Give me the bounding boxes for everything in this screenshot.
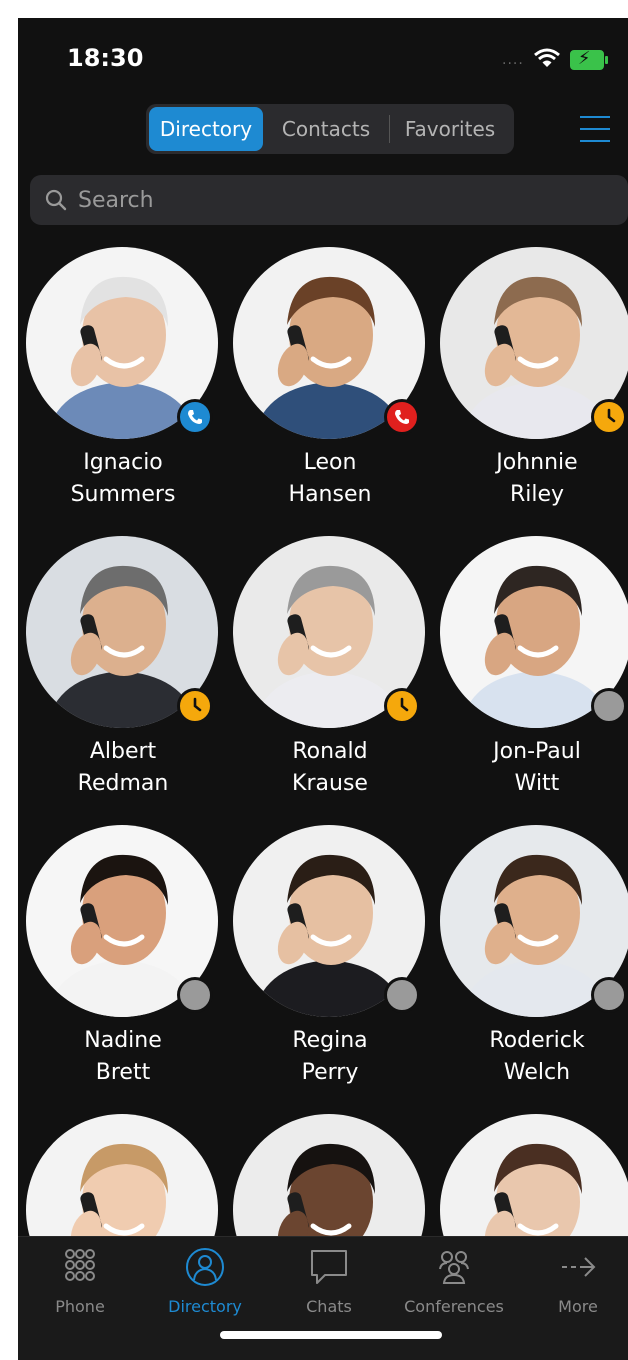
clock-status-icon (384, 688, 420, 724)
tab-more-label: More (558, 1297, 598, 1316)
contact-last-name: Perry (301, 1060, 359, 1085)
contact-last-name: Krause (292, 771, 368, 796)
contact-last-name: Redman (77, 771, 169, 796)
tab-favorites[interactable]: Favorites (390, 107, 510, 151)
contact-last-name: Witt (514, 771, 560, 796)
contact-first-name: Regina (292, 1028, 368, 1053)
tab-directory[interactable]: Directory (149, 107, 263, 151)
clock-status-icon (177, 688, 213, 724)
contact-last-name: Summers (70, 482, 176, 507)
contact-name: Roderick Welch (432, 1025, 628, 1089)
contact-name: Nadine Brett (18, 1025, 228, 1089)
contact-first-name: Albert (89, 739, 157, 764)
phone-screen: 18:30 .... ⚡ Directory Contacts Favorite… (18, 18, 628, 1360)
contact-first-name: Nadine (84, 1028, 162, 1053)
tab-contacts[interactable]: Contacts (263, 107, 389, 151)
tab-directory-nav[interactable]: Directory (150, 1247, 260, 1316)
tab-chats[interactable]: Chats (274, 1247, 384, 1316)
home-indicator (220, 1331, 442, 1339)
wifi-icon (533, 48, 560, 72)
tab-conferences-label: Conferences (404, 1297, 504, 1316)
contact-first-name: Johnnie (496, 450, 578, 475)
phone-status-icon (177, 399, 213, 435)
phone-status-icon (384, 399, 420, 435)
contact-last-name: Riley (509, 482, 565, 507)
tab-phone[interactable]: Phone (25, 1247, 135, 1316)
contact-name: Johnnie Riley (432, 447, 628, 511)
contact-first-name: Jon-Paul (493, 739, 581, 764)
tab-more[interactable]: More (523, 1247, 628, 1316)
offline-status-icon (177, 977, 213, 1013)
contact-last-name: Hansen (288, 482, 372, 507)
offline-status-icon (591, 977, 627, 1013)
directory-segmented-control: Directory Contacts Favorites (146, 104, 514, 154)
search-input[interactable] (76, 186, 580, 214)
contact-first-name: Leon (303, 450, 357, 475)
chat-bubble-icon (311, 1250, 347, 1284)
status-indicators: .... ⚡ (502, 48, 608, 72)
offline-status-icon (591, 688, 627, 724)
person-icon (186, 1248, 224, 1286)
group-icon (439, 1251, 469, 1284)
contact-name: Jon-Paul Witt (432, 736, 628, 800)
offline-status-icon (384, 977, 420, 1013)
search-icon (45, 189, 67, 211)
contact-name: Regina Perry (225, 1025, 435, 1089)
contact-first-name: Ronald (292, 739, 368, 764)
arrow-right-icon (562, 1257, 596, 1277)
clock-status-icon (591, 399, 627, 435)
menu-icon[interactable] (580, 116, 610, 142)
tab-directory-label: Directory (168, 1297, 242, 1316)
tab-conferences[interactable]: Conferences (399, 1247, 509, 1316)
contact-name: Albert Redman (18, 736, 228, 800)
contact-name: Ignacio Summers (18, 447, 228, 511)
battery-charging-icon: ⚡ (569, 48, 608, 70)
contact-last-name: Welch (503, 1060, 571, 1085)
contact-name: Ronald Krause (225, 736, 435, 800)
contact-first-name: Ignacio (83, 450, 163, 475)
contact-name: Leon Hansen (225, 447, 435, 511)
tab-chats-label: Chats (306, 1297, 352, 1316)
bottom-tab-bar: Phone Directory Chats Conferences More (18, 1236, 628, 1360)
contact-last-name: Brett (95, 1060, 151, 1085)
tab-phone-label: Phone (55, 1297, 105, 1316)
dialpad-icon (65, 1249, 95, 1281)
status-time: 18:30 (67, 44, 144, 72)
contact-first-name: Roderick (489, 1028, 585, 1053)
search-bar[interactable] (30, 175, 628, 225)
cellular-signal-icon: .... (502, 52, 524, 68)
